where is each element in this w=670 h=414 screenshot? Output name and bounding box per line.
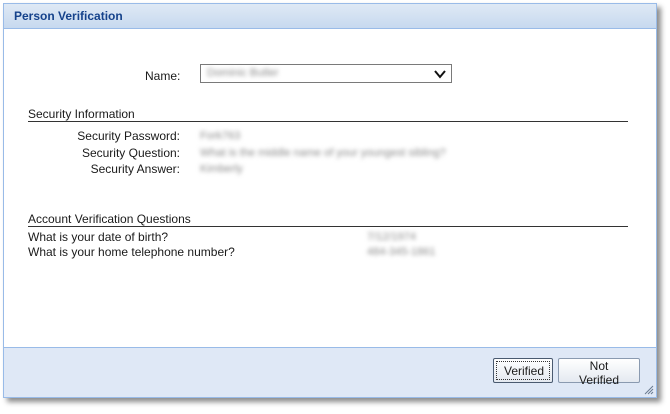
security-info-heading: Security Information [28,107,135,121]
dob-question-label: What is your date of birth? [28,230,169,244]
dob-answer-value: 7/12/1974 [367,231,416,243]
security-password-label: Security Password: [77,129,180,143]
resize-grip-icon[interactable] [644,385,654,395]
security-password-value: Fork763 [200,130,241,142]
security-question-label: Security Question: [81,146,180,160]
phone-question-label: What is your home telephone number? [28,245,235,259]
dialog-body: Name: Dominic Butler Security Informatio… [4,29,656,349]
name-label: Name: [145,69,181,83]
security-info-divider [28,121,628,122]
chevron-down-icon [434,70,446,79]
not-verified-button[interactable]: Not Verified [558,358,640,387]
verified-button[interactable]: Verified [493,358,553,383]
phone-answer-value: 484-345-1861 [367,246,436,258]
security-answer-label: Security Answer: [90,162,180,176]
security-question-value: What is the middle name of your youngest… [200,147,446,159]
person-verification-dialog: Person Verification Name: Dominic Butler… [3,3,657,398]
account-verification-heading: Account Verification Questions [28,212,191,226]
account-verification-divider [28,226,628,227]
dialog-title: Person Verification [14,9,123,23]
name-select-value: Dominic Butler [207,67,279,79]
security-answer-value: Kimberly [200,163,243,175]
dialog-footer: Verified Not Verified [4,347,656,397]
name-select[interactable]: Dominic Butler [200,64,452,83]
dialog-titlebar[interactable]: Person Verification [4,4,656,29]
